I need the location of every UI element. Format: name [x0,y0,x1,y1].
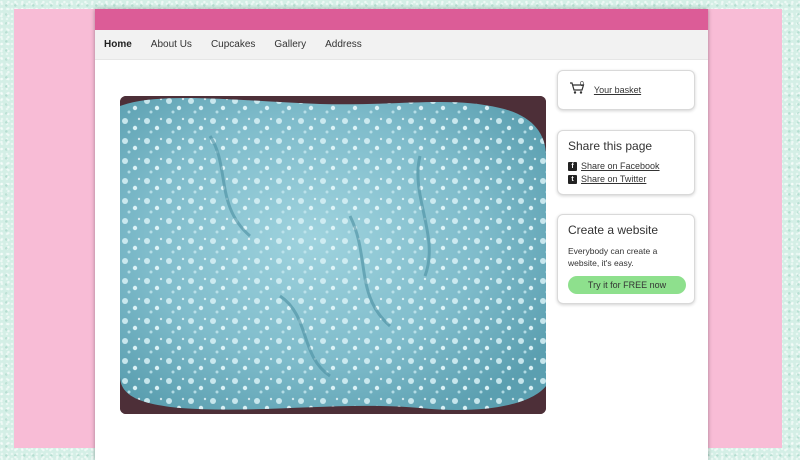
nav-home[interactable]: Home [104,39,132,50]
main-navigation: Home About Us Cupcakes Gallery Address [95,30,708,60]
header-bar [95,9,708,30]
nav-gallery[interactable]: Gallery [274,39,306,50]
nav-address[interactable]: Address [325,39,362,50]
share-facebook-link[interactable]: Share on Facebook [581,161,660,171]
nav-about-us[interactable]: About Us [151,39,192,50]
website-frame: Home About Us Cupcakes Gallery Address 0… [95,9,708,460]
share-title: Share this page [568,139,653,153]
basket-card[interactable]: 0 Your basket [557,70,695,110]
share-card: Share this page f Share on Facebook t Sh… [557,130,695,195]
create-description: Everybody can create a website, it's eas… [568,246,658,268]
try-free-button[interactable]: Try it for FREE now [568,276,686,294]
share-facebook-row[interactable]: f Share on Facebook [568,161,684,171]
hero-image [120,96,546,414]
basket-link[interactable]: Your basket [594,85,641,95]
twitter-icon: t [568,174,577,184]
facebook-icon: f [568,161,577,171]
basket-count: 0 [580,80,584,88]
hero-image-graphic [120,96,546,414]
share-twitter-row[interactable]: t Share on Twitter [568,174,684,184]
share-twitter-link[interactable]: Share on Twitter [581,174,646,184]
create-title: Create a website [568,223,659,237]
create-website-card: Create a website Everybody can create a … [557,214,695,304]
nav-cupcakes[interactable]: Cupcakes [211,39,255,50]
